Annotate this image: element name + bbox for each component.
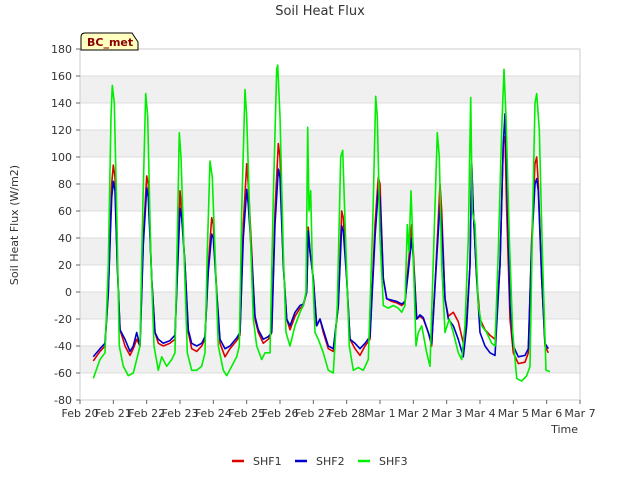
y-tick-label: 100 [51, 151, 72, 164]
x-tick-label: Feb 23 [162, 407, 199, 420]
x-tick-label: Mar 1 [364, 407, 395, 420]
y-tick-label: -80 [54, 394, 72, 407]
x-axis-ticks: Feb 20Feb 21Feb 22Feb 23Feb 24Feb 25Feb … [62, 400, 596, 420]
legend-label-shf3: SHF3 [379, 455, 408, 468]
y-tick-label: 20 [58, 259, 72, 272]
y-tick-label: 140 [51, 97, 72, 110]
y-tick-label: 40 [58, 232, 72, 245]
y-tick-label: -60 [54, 367, 72, 380]
x-tick-label: Feb 24 [195, 407, 232, 420]
plot-band [80, 238, 580, 265]
chart-title: Soil Heat Flux [275, 4, 365, 19]
series-lines [92, 64, 551, 382]
y-tick-label: 120 [51, 124, 72, 137]
y-tick-label: 160 [51, 70, 72, 83]
y-tick-label: 180 [51, 43, 72, 56]
plot-band [80, 292, 580, 319]
plot-band [80, 184, 580, 211]
legend-label-shf2: SHF2 [316, 455, 345, 468]
y-tick-label: 80 [58, 178, 72, 191]
x-tick-label: Feb 28 [328, 407, 365, 420]
legend-label-shf1: SHF1 [253, 455, 282, 468]
x-tick-label: Feb 20 [62, 407, 99, 420]
x-tick-label: Mar 7 [564, 407, 595, 420]
y-tick-label: 0 [65, 286, 72, 299]
x-axis-label: Time [550, 423, 578, 436]
site-badge: BC_met [80, 32, 139, 51]
y-axis-ticks: -80 -60 -40 -20 0 20 40 60 80 100 120 140 160 180 [51, 43, 80, 407]
soil-heat-flux-chart: -80 -60 -40 -20 0 20 40 60 80 100 120 140 160 180 Feb… [8, 4, 596, 468]
y-tick-label: -20 [54, 313, 72, 326]
legend: SHF1 SHF2 SHF3 [232, 455, 408, 468]
x-tick-label: Mar 2 [398, 407, 429, 420]
x-tick-label: Mar 6 [531, 407, 562, 420]
x-tick-label: Mar 4 [464, 407, 495, 420]
x-tick-label: Mar 5 [498, 407, 529, 420]
x-tick-label: Feb 22 [128, 407, 165, 420]
x-tick-label: Feb 25 [228, 407, 265, 420]
x-tick-label: Mar 3 [431, 407, 462, 420]
y-axis-label: Soil Heat Flux (W/m2) [8, 165, 21, 285]
x-tick-label: Feb 26 [262, 407, 299, 420]
x-tick-label: Feb 21 [95, 407, 132, 420]
x-tick-label: Feb 27 [295, 407, 332, 420]
y-tick-label: 60 [58, 205, 72, 218]
series-line-shf3 [92, 64, 551, 382]
y-tick-label: -40 [54, 340, 72, 353]
site-badge-label: BC_met [87, 36, 133, 49]
